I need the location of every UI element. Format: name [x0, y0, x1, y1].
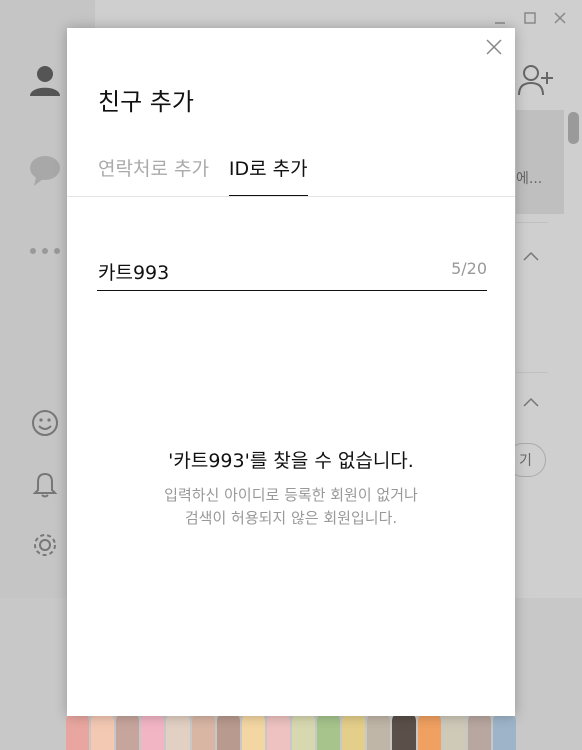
id-search-input[interactable]: 카트993 5/20	[97, 254, 487, 291]
description-line-2: 검색이 허용되지 않은 회원입니다.	[184, 509, 398, 527]
emoticon-thumbnail[interactable]	[467, 712, 491, 750]
emoticon-thumbnail[interactable]	[191, 712, 215, 750]
scrollbar[interactable]	[568, 112, 579, 144]
emoticon-thumbnail[interactable]	[216, 712, 240, 750]
close-window-icon[interactable]	[552, 10, 568, 26]
divider	[516, 372, 548, 373]
not-found-message: '카트993'를 찾을 수 없습니다.	[168, 450, 414, 472]
tab-divider	[67, 196, 515, 197]
emoticon-thumbnail[interactable]	[317, 712, 341, 750]
emoticon-thumbnail[interactable]	[241, 712, 265, 750]
emoticon-thumbnail[interactable]	[66, 712, 90, 750]
close-icon[interactable]	[485, 38, 503, 56]
background-list-item	[516, 110, 564, 214]
maximize-icon[interactable]	[522, 10, 538, 26]
id-input-value: 카트993	[98, 262, 170, 284]
chevron-up-icon[interactable]	[520, 394, 542, 408]
gear-icon[interactable]	[28, 528, 62, 562]
emoticon-thumbnail[interactable]	[442, 712, 466, 750]
emoticon-thumbnail[interactable]	[492, 712, 516, 750]
emoticon-thumbnail[interactable]	[367, 712, 391, 750]
description-line-1: 입력하신 아이디로 등록한 회원이 없거나	[164, 486, 418, 504]
not-found-description: 입력하신 아이디로 등록한 회원이 없거나 검색이 허용되지 않은 회원입니다.	[67, 484, 515, 530]
emoticon-thumbnail[interactable]	[166, 712, 190, 750]
character-counter: 5/20	[451, 259, 487, 278]
dialog-title: 친구 추가	[98, 88, 194, 116]
bell-icon[interactable]	[28, 467, 62, 501]
more-icon[interactable]	[28, 234, 62, 268]
window-controls	[492, 10, 568, 26]
background-button-label: 기	[519, 453, 532, 469]
tab-add-by-id[interactable]: ID로 추가	[228, 154, 308, 196]
divider	[516, 222, 548, 223]
emoticon-thumbnail[interactable]	[116, 712, 140, 750]
friends-icon[interactable]	[28, 63, 62, 97]
emoticon-thumbnail[interactable]	[342, 712, 366, 750]
chat-icon[interactable]	[28, 153, 62, 187]
emoticon-thumbnail[interactable]	[91, 712, 115, 750]
tab-bar: 연락처로 추가 ID로 추가	[98, 154, 308, 196]
minimize-icon[interactable]	[492, 10, 508, 26]
emoticon-strip	[66, 712, 516, 750]
background-truncated-text: 에...	[516, 171, 543, 187]
tab-add-by-contacts[interactable]: 연락처로 추가	[98, 154, 209, 196]
chevron-up-icon[interactable]	[520, 248, 542, 262]
emoticon-thumbnail[interactable]	[417, 712, 441, 750]
emoticon-thumbnail[interactable]	[392, 712, 416, 750]
add-friend-dialog: 친구 추가 연락처로 추가 ID로 추가 카트993 5/20 '카트993'를…	[67, 28, 515, 716]
emoticon-thumbnail[interactable]	[291, 712, 316, 750]
add-friend-icon[interactable]	[518, 64, 554, 100]
emoticon-thumbnail[interactable]	[266, 712, 290, 750]
emoticon-thumbnail[interactable]	[141, 712, 165, 750]
emoticon-icon[interactable]	[28, 406, 62, 440]
